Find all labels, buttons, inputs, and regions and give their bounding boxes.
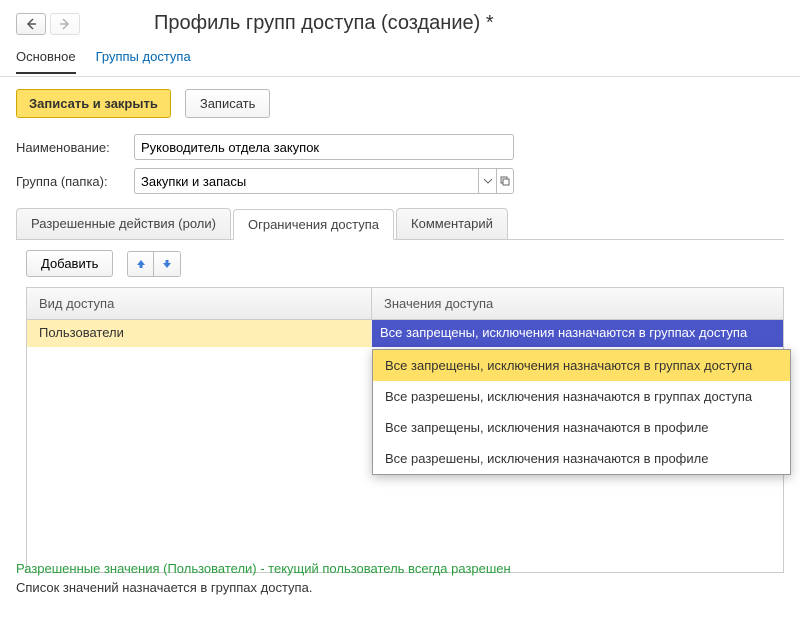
tab-comment[interactable]: Комментарий — [396, 208, 508, 239]
move-up-button[interactable] — [128, 252, 154, 276]
dropdown-option[interactable]: Все запрещены, исключения назначаются в … — [373, 350, 790, 381]
save-close-button[interactable]: Записать и закрыть — [16, 89, 171, 118]
arrow-left-icon — [25, 18, 37, 30]
table-row[interactable]: Пользователи Все запрещены, исключения н… — [27, 320, 783, 347]
arrow-right-icon — [59, 18, 71, 30]
move-down-button[interactable] — [154, 252, 180, 276]
footer-group-note: Список значений назначается в группах до… — [16, 580, 511, 595]
group-dropdown-button[interactable] — [478, 168, 496, 194]
table-header-kind: Вид доступа — [27, 288, 372, 319]
dropdown-option[interactable]: Все запрещены, исключения назначаются в … — [373, 412, 790, 443]
tab-roles[interactable]: Разрешенные действия (роли) — [16, 208, 231, 239]
navlink-groups[interactable]: Группы доступа — [96, 49, 191, 72]
name-label: Наименование: — [16, 140, 126, 155]
arrow-up-icon — [135, 258, 147, 270]
group-label: Группа (папка): — [16, 174, 126, 189]
dropdown-option[interactable]: Все разрешены, исключения назначаются в … — [373, 443, 790, 474]
group-input[interactable] — [134, 168, 478, 194]
table-header-values: Значения доступа — [372, 288, 783, 319]
forward-button[interactable] — [50, 13, 80, 35]
cell-access-kind[interactable]: Пользователи — [27, 320, 372, 347]
add-button[interactable]: Добавить — [26, 250, 113, 277]
cell-access-value[interactable]: Все запрещены, исключения назначаются в … — [372, 320, 783, 347]
arrow-down-icon — [161, 258, 173, 270]
chevron-down-icon — [484, 179, 492, 184]
page-title: Профиль групп доступа (создание) * — [154, 12, 494, 35]
dropdown-option[interactable]: Все разрешены, исключения назначаются в … — [373, 381, 790, 412]
navlink-main[interactable]: Основное — [16, 49, 76, 74]
back-button[interactable] — [16, 13, 46, 35]
save-button[interactable]: Записать — [185, 89, 271, 118]
group-open-button[interactable] — [496, 168, 514, 194]
footer-allowed-note: Разрешенные значения (Пользователи) - те… — [16, 561, 511, 576]
access-value-dropdown[interactable]: Все запрещены, исключения назначаются в … — [372, 349, 791, 475]
name-input[interactable] — [134, 134, 514, 160]
open-icon — [500, 176, 510, 186]
tab-restrictions[interactable]: Ограничения доступа — [233, 209, 394, 240]
